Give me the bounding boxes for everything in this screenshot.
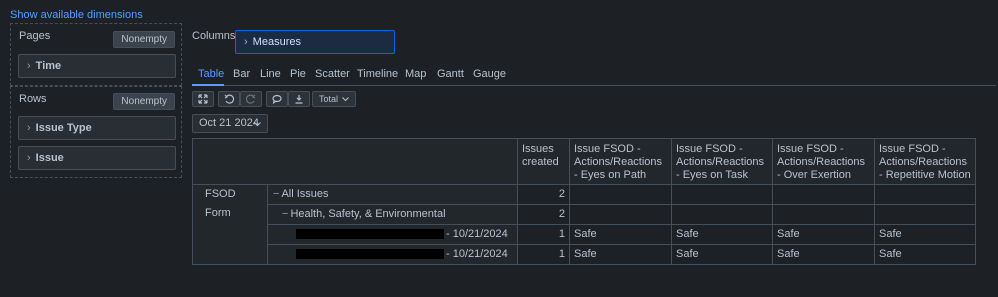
undo-icon[interactable] bbox=[218, 91, 240, 107]
cell: Safe bbox=[671, 224, 773, 245]
cell-issues-created: 1 bbox=[517, 244, 570, 265]
chevron-right-icon: › bbox=[244, 36, 248, 48]
redo-icon[interactable] bbox=[240, 91, 262, 107]
column-header-repetitive-motion[interactable]: Issue FSOD - Actions/Reactions - Repetit… bbox=[874, 138, 976, 185]
cell-issues-created: 1 bbox=[517, 224, 570, 245]
download-icon[interactable] bbox=[288, 91, 310, 107]
dimension-time[interactable]: › Time bbox=[18, 54, 176, 78]
pages-nonempty-button[interactable]: Nonempty bbox=[113, 31, 175, 48]
date-filter-dropdown[interactable]: Oct 21 2024 bbox=[192, 114, 268, 133]
chevron-right-icon: › bbox=[27, 60, 31, 72]
table-row: FSOD Form − All Issues 2 bbox=[192, 184, 976, 265]
column-header-issues-created[interactable]: Issues created bbox=[517, 138, 570, 185]
redacted-block bbox=[296, 249, 444, 260]
dimension-measures[interactable]: › Measures bbox=[235, 30, 395, 54]
chevron-right-icon: › bbox=[27, 122, 31, 134]
collapse-icon[interactable]: − bbox=[282, 208, 288, 220]
cell bbox=[569, 184, 672, 205]
row-label-issue[interactable]: - 10/21/2024 bbox=[267, 244, 518, 265]
dimension-issue-type-label: Issue Type bbox=[35, 122, 92, 134]
columns-title: Columns bbox=[192, 30, 236, 42]
cell: Safe bbox=[569, 224, 672, 245]
date-filter-label: Oct 21 2024 bbox=[199, 117, 259, 129]
active-tab-indicator bbox=[192, 84, 224, 86]
row-label-issue[interactable]: - 10/21/2024 bbox=[267, 224, 518, 245]
row-label-text: - 10/21/2024 bbox=[446, 248, 508, 260]
dimension-issue-type[interactable]: › Issue Type bbox=[18, 116, 176, 140]
rows-nonempty-button[interactable]: Nonempty bbox=[113, 93, 175, 110]
total-label: Total bbox=[319, 94, 339, 104]
collapse-icon[interactable]: − bbox=[273, 188, 279, 200]
tab-table[interactable]: Table bbox=[198, 68, 224, 80]
dimension-time-label: Time bbox=[35, 60, 62, 72]
tab-scatter[interactable]: Scatter bbox=[315, 68, 350, 80]
tab-line[interactable]: Line bbox=[260, 68, 281, 80]
dimension-measures-label: Measures bbox=[252, 36, 301, 48]
table-row: - 10/21/2024 1 Safe Safe Safe Safe bbox=[193, 244, 976, 265]
column-header-over-exertion[interactable]: Issue FSOD - Actions/Reactions - Over Ex… bbox=[772, 138, 875, 185]
dimension-issue-label: Issue bbox=[35, 152, 64, 164]
tab-bar[interactable]: Bar bbox=[233, 68, 250, 80]
chevron-down-icon bbox=[254, 122, 261, 127]
cell: Safe bbox=[874, 244, 976, 265]
dimension-panel: Pages Nonempty › Time Rows Nonempty › Issu… bbox=[10, 23, 182, 178]
cell bbox=[772, 204, 875, 225]
tab-gantt[interactable]: Gantt bbox=[437, 68, 464, 80]
expand-icon[interactable] bbox=[192, 91, 214, 107]
table-corner bbox=[192, 138, 518, 185]
tab-map[interactable]: Map bbox=[405, 68, 426, 80]
chevron-down-icon bbox=[342, 97, 349, 102]
chevron-right-icon: › bbox=[27, 152, 31, 164]
cell bbox=[772, 184, 875, 205]
cell: Safe bbox=[772, 224, 875, 245]
cell: Safe bbox=[874, 224, 976, 245]
pages-section: Pages Nonempty › Time bbox=[10, 23, 182, 86]
pages-title: Pages bbox=[19, 30, 51, 42]
dimension-issue[interactable]: › Issue bbox=[18, 146, 176, 170]
row-group-fsod-form: FSOD Form bbox=[192, 184, 268, 265]
cell bbox=[874, 204, 976, 225]
tab-pie[interactable]: Pie bbox=[290, 68, 306, 80]
cell bbox=[874, 184, 976, 205]
rows-title: Rows bbox=[19, 93, 47, 105]
cell: Safe bbox=[671, 244, 773, 265]
row-label-text: All Issues bbox=[281, 188, 329, 200]
rows-section: Rows Nonempty › Issue Type › Issue bbox=[10, 86, 182, 178]
show-available-dimensions-link[interactable]: Show available dimensions bbox=[10, 9, 143, 21]
cell: Safe bbox=[569, 244, 672, 265]
row-label-all-issues[interactable]: − All Issues bbox=[267, 184, 518, 205]
table-row: - 10/21/2024 1 Safe Safe Safe Safe bbox=[193, 224, 976, 245]
cell: Safe bbox=[772, 244, 875, 265]
column-header-eyes-on-task[interactable]: Issue FSOD - Actions/Reactions - Eyes on… bbox=[671, 138, 773, 185]
row-label-hse[interactable]: − Health, Safety, & Environmental bbox=[267, 204, 518, 225]
column-header-eyes-on-path[interactable]: Issue FSOD - Actions/Reactions - Eyes on… bbox=[569, 138, 672, 185]
table-row: − Health, Safety, & Environmental 2 bbox=[193, 204, 976, 225]
cell bbox=[569, 204, 672, 225]
row-label-text: Health, Safety, & Environmental bbox=[290, 208, 446, 220]
total-dropdown[interactable]: Total bbox=[312, 91, 356, 107]
row-label-text: - 10/21/2024 bbox=[446, 228, 508, 240]
tab-timeline[interactable]: Timeline bbox=[357, 68, 398, 80]
comment-icon[interactable] bbox=[266, 91, 288, 107]
cell-issues-created: 2 bbox=[517, 204, 570, 225]
visualization-tabs: Table Bar Line Pie Scatter Timeline Map … bbox=[192, 66, 996, 86]
tab-gauge[interactable]: Gauge bbox=[473, 68, 506, 80]
cell-issues-created: 2 bbox=[517, 184, 570, 205]
redacted-block bbox=[296, 229, 444, 240]
results-table: Issues created Issue FSOD - Actions/Reac… bbox=[192, 138, 976, 265]
cell bbox=[671, 204, 773, 225]
cell bbox=[671, 184, 773, 205]
